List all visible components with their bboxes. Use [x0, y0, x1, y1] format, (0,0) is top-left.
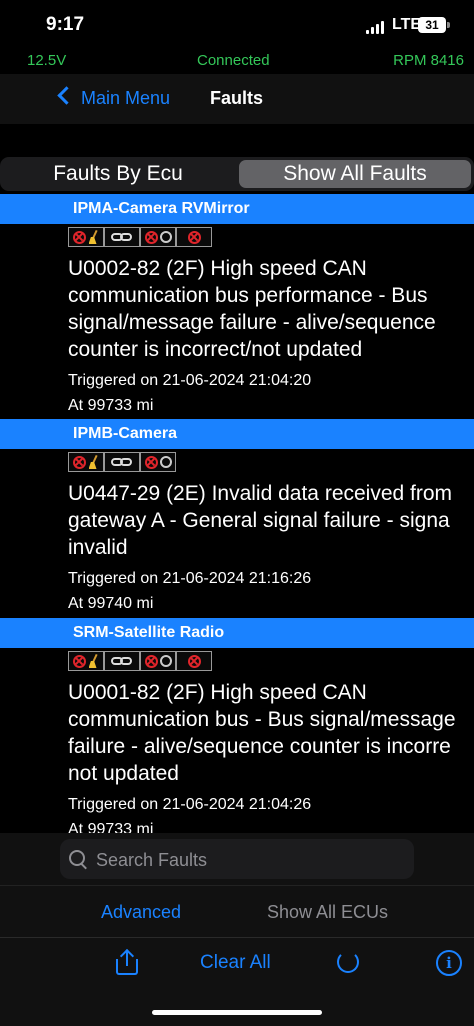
search-bar-container: [0, 833, 474, 885]
fault-flags: [68, 651, 474, 671]
link-flag: [104, 227, 140, 247]
status-bar: 9:17 LTE 31: [0, 0, 474, 46]
share-icon[interactable]: [116, 948, 138, 976]
fault-card[interactable]: IPMB-Camera U0447-29 (2E) Invalid data r…: [0, 419, 474, 616]
fault-line: not updated: [68, 762, 179, 785]
timer-icon: [159, 231, 172, 243]
view-segmented-control: Faults By Ecu Show All Faults: [0, 157, 474, 191]
error-x-icon: [72, 230, 86, 244]
error-x-icon: [72, 455, 86, 469]
info-icon[interactable]: i: [436, 950, 462, 976]
error-x-icon: [187, 230, 201, 244]
search-icon: [69, 850, 85, 866]
fault-description: U0001-82 (2F) High speed CAN communicati…: [68, 679, 474, 787]
fault-mileage: At 99733 mi: [68, 397, 154, 414]
show-all-ecus-button[interactable]: Show All ECUs: [267, 902, 388, 923]
refresh-icon[interactable]: [337, 951, 359, 973]
fault-line: counter is incorrect/not updated: [68, 338, 363, 361]
broom-icon: [88, 230, 100, 244]
search-input[interactable]: [94, 839, 398, 881]
timer-flag: [140, 651, 176, 671]
fault-flags: [68, 452, 474, 472]
fault-triggered: Triggered on 21-06-2024 21:04:26: [68, 796, 312, 813]
broom-icon: [88, 455, 100, 469]
ecu-header: IPMB-Camera: [0, 419, 474, 449]
timer-flag: [140, 452, 176, 472]
chevron-left-icon: [57, 86, 76, 105]
clear-flag: [68, 452, 104, 472]
error-x-icon: [187, 654, 201, 668]
fault-line: signal/message failure - alive/sequence: [68, 311, 436, 334]
chain-link-icon: [111, 657, 133, 665]
fault-triggered: Triggered on 21-06-2024 21:16:26: [68, 570, 312, 587]
timer-icon: [159, 655, 172, 667]
home-indicator: [152, 1010, 322, 1015]
error-x-icon: [144, 654, 158, 668]
link-flag: [104, 651, 140, 671]
voltage-readout: 12.5V: [27, 52, 67, 69]
connection-status: Connected: [197, 52, 270, 69]
filter-tabs: Advanced Show All ECUs: [0, 885, 474, 938]
error-flag: [176, 651, 212, 671]
timer-icon: [159, 456, 172, 468]
timer-flag: [140, 227, 176, 247]
fault-description: U0002-82 (2F) High speed CAN communicati…: [68, 255, 474, 363]
nav-bar: Main Menu Faults: [0, 74, 474, 124]
obd-status-row: 12.5V Connected RPM 8416: [0, 52, 474, 74]
fault-card[interactable]: SRM-Satellite Radio U0001-82 (2F) High s…: [0, 618, 474, 842]
rpm-readout: RPM 8416: [393, 52, 464, 69]
back-button[interactable]: Main Menu: [57, 86, 171, 109]
ecu-header: IPMA-Camera RVMirror: [0, 194, 474, 224]
fault-triggered: Triggered on 21-06-2024 21:04:20: [68, 372, 312, 389]
fault-line: failure - alive/sequence counter is inco…: [68, 735, 451, 758]
fault-line: U0001-82 (2F) High speed CAN: [68, 681, 367, 704]
clear-flag: [68, 651, 104, 671]
error-x-icon: [144, 230, 158, 244]
link-flag: [104, 452, 140, 472]
fault-line: invalid: [68, 536, 128, 559]
clear-flag: [68, 227, 104, 247]
advanced-button[interactable]: Advanced: [101, 902, 181, 923]
search-bar[interactable]: [60, 839, 414, 881]
fault-card[interactable]: IPMA-Camera RVMirror U0002-82 (2F) High …: [0, 194, 474, 418]
status-time: 9:17: [46, 14, 85, 35]
error-x-icon: [144, 455, 158, 469]
back-label: Main Menu: [81, 88, 171, 108]
clear-all-button[interactable]: Clear All: [200, 952, 271, 974]
fault-line: U0447-29 (2E) Invalid data received from: [68, 482, 453, 505]
battery-icon: 31: [418, 17, 450, 33]
fault-line: gateway A - General signal failure - sig…: [68, 509, 450, 532]
page-title: Faults: [210, 88, 264, 108]
fault-line: communication bus - Bus signal/message: [68, 708, 456, 731]
segment-show-all-faults[interactable]: Show All Faults: [239, 160, 471, 188]
segment-faults-by-ecu[interactable]: Faults By Ecu: [0, 157, 236, 191]
chain-link-icon: [111, 458, 133, 466]
broom-icon: [88, 654, 100, 668]
network-type: LTE: [392, 16, 422, 33]
fault-description: U0447-29 (2E) Invalid data received from…: [68, 480, 474, 561]
ecu-header: SRM-Satellite Radio: [0, 618, 474, 648]
error-x-icon: [72, 654, 86, 668]
fault-line: U0002-82 (2F) High speed CAN: [68, 257, 367, 280]
fault-mileage: At 99740 mi: [68, 595, 154, 612]
chain-link-icon: [111, 233, 133, 241]
fault-flags: [68, 227, 474, 247]
signal-icon: [366, 20, 386, 34]
fault-line: communication bus performance - Bus: [68, 284, 428, 307]
error-flag: [176, 227, 212, 247]
